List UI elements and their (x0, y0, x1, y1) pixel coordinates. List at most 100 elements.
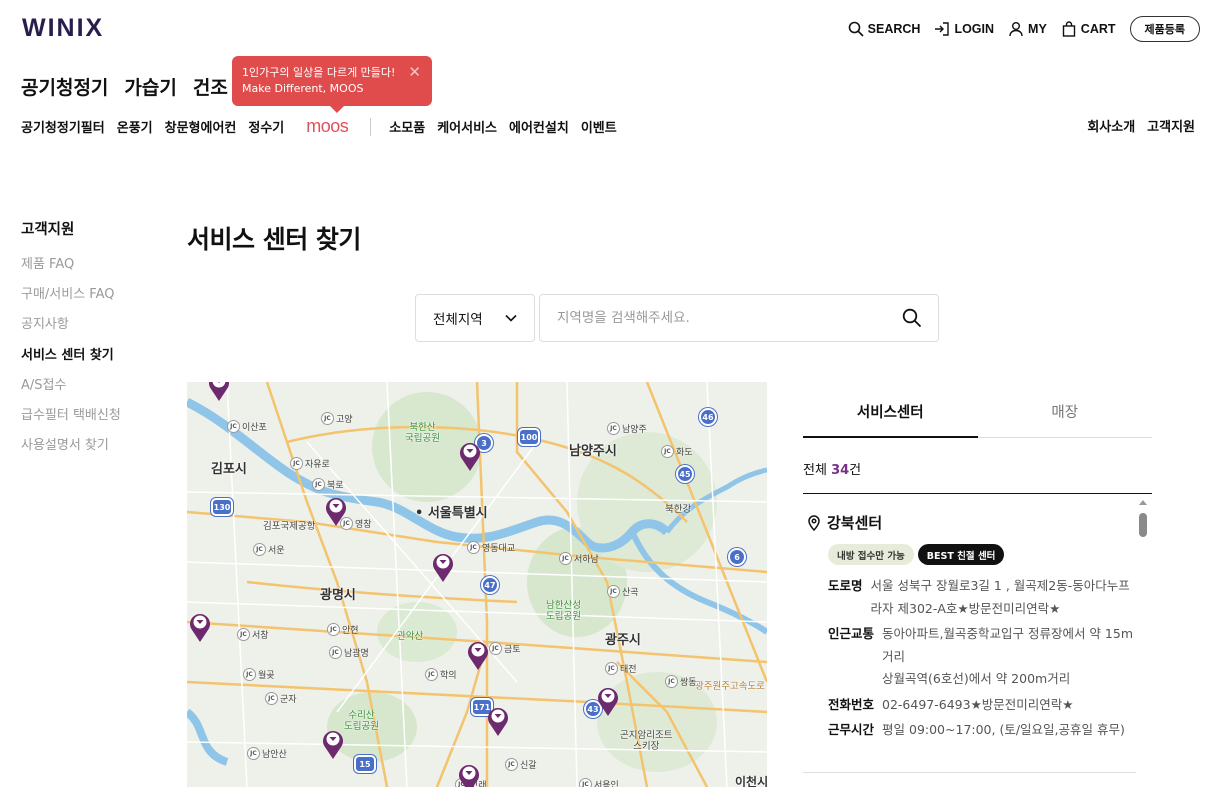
sidebar-item-notice[interactable]: 공지사항 (21, 313, 161, 343)
utility-nav: SEARCH LOGIN MY CART 제품등록 (848, 16, 1200, 42)
badge-best-kind: BEST 친절 센터 (917, 544, 1005, 565)
scroll-up-arrow-icon[interactable] (1139, 500, 1147, 505)
category-nav: 공기청정기 가습기 건조 (21, 73, 228, 100)
gnb-item-ac-install[interactable]: 에어컨설치 (509, 117, 569, 136)
login-link[interactable]: LOGIN (934, 21, 994, 37)
search-button[interactable] (886, 295, 938, 341)
service-center-card[interactable]: 강북센터 내방 접수만 가능 BEST 친절 센터 도로명 서울 성북구 장월로… (803, 494, 1136, 774)
tooltip-close-icon[interactable]: ✕ (408, 64, 421, 80)
gnb-item-filter[interactable]: 공기청정기필터 (21, 117, 105, 136)
sidebar-item-service-faq[interactable]: 구매/서비스 FAQ (21, 283, 161, 313)
map-label-bukhansan: 북한산 국립공원 (405, 422, 440, 444)
cart-bag-icon (1062, 21, 1075, 37)
region-select-value: 전체지역 (433, 312, 483, 328)
jc-label: JC 남안산 (247, 747, 287, 760)
gnb-item-support[interactable]: 고객지원 (1147, 116, 1195, 135)
tooltip-line-2: Make Different, MOOS (242, 82, 364, 95)
sidebar-item-product-faq[interactable]: 제품 FAQ (21, 253, 161, 283)
jc-label: JC 화도 (661, 445, 693, 458)
gnb-item-window-ac[interactable]: 창문형에어컨 (165, 117, 237, 136)
map-label-icheon: 이천시 (735, 775, 767, 787)
service-center-map-pin[interactable] (457, 762, 481, 787)
jc-label: JC 신갈 (505, 758, 537, 771)
cart-link[interactable]: CART (1061, 21, 1116, 37)
detail-value: 동아아파트,월곡중학교입구 정류장에서 약 15m거리 상월곡역(6호선)에서 약… (882, 626, 1133, 686)
gnb-item-company[interactable]: 회사소개 (1087, 116, 1135, 135)
my-link[interactable]: MY (1008, 21, 1047, 37)
list-scrollbar[interactable] (1138, 498, 1148, 787)
search-link[interactable]: SEARCH (848, 21, 921, 37)
region-search-input[interactable] (540, 295, 886, 341)
search-label: SEARCH (867, 22, 921, 36)
product-register-button[interactable]: 제품등록 (1129, 16, 1200, 42)
center-name: 강북센터 (827, 514, 883, 532)
gnb-item-consumables[interactable]: 소모품 (389, 117, 425, 136)
service-center-map-pin[interactable] (321, 728, 345, 760)
detail-value: 평일 09:00~17:00, (토/일요일,공휴일 휴무) (882, 722, 1125, 737)
user-icon (1009, 22, 1023, 37)
card-divider (803, 772, 1136, 773)
tab-store[interactable]: 매장 (978, 386, 1153, 437)
page-title: 서비스 센터 찾기 (187, 225, 361, 254)
tab-service-center[interactable]: 서비스센터 (803, 386, 978, 438)
moos-logo[interactable]: moos (306, 116, 349, 137)
service-center-map-pin[interactable] (596, 685, 620, 717)
jc-label: JC 서창 (237, 628, 269, 641)
jc-label: JC 군자 (265, 692, 297, 705)
map-label-gwangju: 광주시 (605, 633, 641, 648)
sidebar: 고객지원 제품 FAQ 구매/서비스 FAQ 공지사항 서비스 센터 찾기 A/… (21, 218, 161, 464)
scrollbar-thumb[interactable] (1139, 513, 1147, 537)
my-label: MY (1028, 22, 1047, 36)
sidebar-title: 고객지원 (21, 222, 75, 238)
nav-divider (370, 117, 372, 136)
cart-label: CART (1080, 22, 1116, 36)
category-humidifier[interactable]: 가습기 (124, 73, 176, 100)
detail-label: 전화번호 (828, 696, 875, 712)
service-center-map-pin[interactable] (431, 551, 455, 583)
sidebar-item-service-center[interactable]: 서비스 센터 찾기 (21, 344, 161, 374)
result-count-number: 34 (831, 463, 850, 478)
sidebar-item-filter-delivery[interactable]: 급수필터 택배신청 (21, 404, 161, 434)
gnb-item-care-service[interactable]: 케어서비스 (437, 117, 497, 136)
login-label: LOGIN (954, 22, 995, 36)
service-center-map[interactable]: • 서울특별시 김포시 남양주시 광명시 광주시 북한산 국립공원 남한산성 도립공… (187, 382, 767, 787)
gnb-item-water-purifier[interactable]: 정수기 (248, 117, 284, 136)
jc-label: JC 영동대교 (467, 541, 515, 554)
detail-value[interactable]: 02-6497-6493★방문전미리연락★ (882, 694, 1073, 717)
map-label-expressway: 광주원주고속도로 (695, 681, 765, 692)
gnb-item-heater[interactable]: 온풍기 (117, 117, 153, 136)
search-icon (902, 308, 922, 328)
service-center-map-pin[interactable] (207, 382, 231, 402)
highway-badge: 45 (676, 465, 694, 483)
service-center-map-pin[interactable] (188, 611, 212, 643)
highway-badge: 100 (518, 428, 540, 446)
service-center-map-pin[interactable] (466, 639, 490, 671)
category-air-purifier[interactable]: 공기청정기 (21, 73, 108, 100)
jc-label: JC 월곶 (243, 668, 275, 681)
badge-walk-in-only: 내방 접수만 가능 (828, 544, 914, 565)
login-icon (935, 22, 950, 36)
map-label-gwangmyeong: 광명시 (320, 588, 356, 603)
map-label-gwanaksan: 관악산 (397, 631, 424, 642)
gnb-item-event[interactable]: 이벤트 (581, 117, 617, 136)
detail-transit: 인근교통 동아아파트,월곡중학교입구 정류장에서 약 15m거리 상월곡역(6호선… (828, 623, 1136, 691)
center-name-row: 강북센터 (806, 512, 1136, 533)
service-center-map-pin[interactable] (324, 495, 348, 527)
winix-logo[interactable]: WINIX (22, 14, 104, 43)
highway-badge: 6 (728, 548, 746, 566)
jc-label: JC 안현 (327, 623, 359, 636)
search-icon (848, 21, 864, 37)
jc-label: JC 자유로 (290, 457, 330, 470)
category-dryer[interactable]: 건조 (193, 73, 228, 100)
service-center-map-pin[interactable] (458, 440, 482, 472)
jc-label: JC 고양 (321, 412, 353, 425)
region-select[interactable]: 전체지역 (415, 294, 535, 342)
sidebar-item-as-request[interactable]: A/S접수 (21, 374, 161, 404)
jc-label: JC 태전 (605, 662, 637, 675)
map-label-namyangju: 남양주시 (569, 444, 617, 459)
service-center-map-pin[interactable] (486, 705, 510, 737)
map-label-bukhangang: 북한강 (665, 504, 692, 515)
center-badges: 내방 접수만 가능 BEST 친절 센터 (828, 544, 1136, 565)
sidebar-item-manual[interactable]: 사용설명서 찾기 (21, 434, 161, 464)
moos-promo-tooltip: 1인가구의 일상을 다르게 만들다! Make Different, MOOS … (232, 56, 432, 113)
